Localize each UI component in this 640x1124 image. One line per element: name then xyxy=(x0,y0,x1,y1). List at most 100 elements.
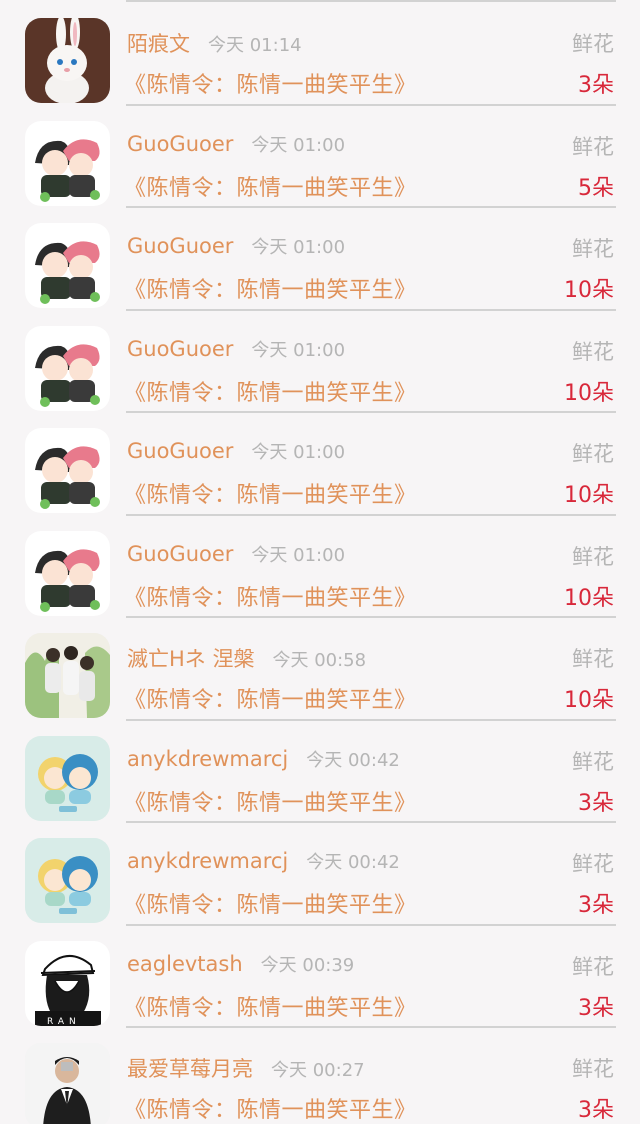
sent-time: 今天 00:58 xyxy=(272,650,367,671)
gift-list: 陌痕文 今天 01:14 鲜花 《陈情令：陈情一曲笑平生》 3朵 GuoGuoe… xyxy=(0,0,640,1124)
suit-man-avatar xyxy=(25,1043,110,1124)
sent-time: 今天 01:00 xyxy=(251,237,346,258)
gift-count: 3朵 xyxy=(578,995,614,1021)
sent-time: 今天 01:00 xyxy=(251,134,346,156)
sender-name[interactable]: GuoGuoer xyxy=(127,337,233,361)
gift-row[interactable]: 陌痕文 今天 01:14 鲜花 《陈情令：陈情一曲笑平生》 3朵 xyxy=(0,1,640,106)
gift-type: 鲜花 xyxy=(572,339,614,364)
sketch-boy-avatar: RAN xyxy=(25,940,110,1026)
sender-name[interactable]: anykdrewmarcj xyxy=(127,849,288,873)
chibi-pair-avatar xyxy=(25,838,110,923)
gift-count: 5朵 xyxy=(578,175,614,201)
sender-name-line: anykdrewmarcj 今天 00:42 xyxy=(127,848,400,874)
gift-row[interactable]: 滅亡Hネ 涅槃 今天 00:58 鲜花 《陈情令：陈情一曲笑平生》 10朵 xyxy=(0,616,640,721)
sent-time: 今天 00:42 xyxy=(306,749,400,771)
group-photo-avatar xyxy=(25,633,110,718)
book-title[interactable]: 《陈情令：陈情一曲笑平生》 xyxy=(124,887,417,919)
gift-row[interactable]: GuoGuoer 今天 01:00 鲜花 《陈情令：陈情一曲笑平生》 10朵 xyxy=(0,206,640,311)
gift-row[interactable]: GuoGuoer 今天 01:00 鲜花 《陈情令：陈情一曲笑平生》 10朵 xyxy=(0,309,640,413)
book-title[interactable]: 《陈情令：陈情一曲笑平生》 xyxy=(124,67,417,99)
gift-count: 10朵 xyxy=(564,585,614,611)
sender-name-line: eaglevtash 今天 00:39 xyxy=(127,951,354,977)
sender-name-line: GuoGuoer 今天 01:00 xyxy=(127,336,345,362)
sent-time: 今天 00:39 xyxy=(260,954,355,976)
sender-name-line: 陌痕文 今天 01:14 xyxy=(127,28,302,58)
gift-row[interactable]: GuoGuoer 今天 01:00 鲜花 《陈情令：陈情一曲笑平生》 10朵 xyxy=(0,514,640,618)
book-title[interactable]: 《陈情令：陈情一曲笑平生》 xyxy=(124,990,417,1022)
book-title[interactable]: 《陈情令：陈情一曲笑平生》 xyxy=(124,1092,417,1124)
sender-name[interactable]: 最爱草莓月亮 xyxy=(127,1053,253,1083)
gift-count: 10朵 xyxy=(564,483,614,508)
sent-time: 今天 00:42 xyxy=(306,852,400,873)
sender-name[interactable]: 滅亡Hネ 涅槃 xyxy=(127,643,254,673)
gift-row[interactable]: GuoGuoer 今天 01:00 鲜花 《陈情令：陈情一曲笑平生》 10朵 xyxy=(0,411,640,516)
sender-name[interactable]: eaglevtash xyxy=(127,952,243,976)
book-title[interactable]: 《陈情令：陈情一曲笑平生》 xyxy=(124,785,417,817)
user-avatar[interactable] xyxy=(25,18,110,103)
bunny-avatar xyxy=(25,18,110,103)
sent-time: 今天 00:27 xyxy=(271,1060,365,1081)
user-avatar[interactable] xyxy=(25,838,110,923)
sender-name-line: anykdrewmarcj 今天 00:42 xyxy=(127,746,400,772)
gift-count: 3朵 xyxy=(578,1098,614,1123)
gift-count: 10朵 xyxy=(564,688,614,713)
sent-time: 今天 01:00 xyxy=(251,544,346,566)
sender-name[interactable]: GuoGuoer xyxy=(127,542,233,566)
gift-type: 鲜花 xyxy=(572,442,614,466)
gift-type: 鲜花 xyxy=(572,852,614,876)
book-title[interactable]: 《陈情令：陈情一曲笑平生》 xyxy=(124,477,417,509)
sender-name[interactable]: 陌痕文 xyxy=(127,28,190,58)
book-title[interactable]: 《陈情令：陈情一曲笑平生》 xyxy=(124,682,417,714)
gift-type: 鲜花 xyxy=(572,1057,614,1081)
sent-time: 今天 01:00 xyxy=(251,339,346,361)
gift-row[interactable]: GuoGuoer 今天 01:00 鲜花 《陈情令：陈情一曲笑平生》 5朵 xyxy=(0,104,640,208)
gift-type: 鲜花 xyxy=(572,954,614,979)
sender-name-line: GuoGuoer 今天 01:00 xyxy=(127,438,345,464)
sender-name[interactable]: GuoGuoer xyxy=(127,234,233,258)
sender-name-line: 滅亡Hネ 涅槃 今天 00:58 xyxy=(127,643,366,673)
gift-row[interactable]: RAN eaglevtash 今天 00:39 鲜花 《陈情令：陈情一曲笑平生》… xyxy=(0,924,640,1028)
sender-name[interactable]: anykdrewmarcj xyxy=(127,747,288,771)
gift-count: 3朵 xyxy=(578,790,614,816)
sender-name[interactable]: GuoGuoer xyxy=(127,439,233,463)
user-avatar[interactable] xyxy=(25,325,110,411)
sender-name-line: GuoGuoer 今天 01:00 xyxy=(127,541,345,567)
user-avatar[interactable] xyxy=(25,223,110,308)
user-avatar[interactable] xyxy=(25,735,110,821)
sender-name-line: GuoGuoer 今天 01:00 xyxy=(127,233,345,259)
user-avatar[interactable] xyxy=(25,428,110,513)
book-title[interactable]: 《陈情令：陈情一曲笑平生》 xyxy=(124,170,417,202)
gift-row[interactable]: anykdrewmarcj 今天 00:42 鲜花 《陈情令：陈情一曲笑平生》 … xyxy=(0,719,640,823)
book-title[interactable]: 《陈情令：陈情一曲笑平生》 xyxy=(124,272,417,304)
gift-count: 3朵 xyxy=(578,893,614,918)
gift-count: 10朵 xyxy=(564,380,614,406)
cartoon-couple-avatar xyxy=(25,428,110,513)
gift-count: 10朵 xyxy=(564,278,614,303)
avatar-text: RAN xyxy=(47,1017,81,1026)
user-avatar[interactable] xyxy=(25,1043,110,1124)
chibi-pair-avatar xyxy=(25,735,110,821)
cartoon-couple-avatar xyxy=(25,120,110,206)
gift-type: 鲜花 xyxy=(572,134,614,159)
sender-name-line: GuoGuoer 今天 01:00 xyxy=(127,131,345,157)
cartoon-couple-avatar xyxy=(25,530,110,616)
sender-name-line: 最爱草莓月亮 今天 00:27 xyxy=(127,1053,365,1083)
gift-type: 鲜花 xyxy=(572,647,614,671)
sender-name[interactable]: GuoGuoer xyxy=(127,132,233,156)
sent-time: 今天 01:00 xyxy=(251,442,346,463)
user-avatar[interactable] xyxy=(25,530,110,616)
user-avatar[interactable] xyxy=(25,120,110,206)
book-title[interactable]: 《陈情令：陈情一曲笑平生》 xyxy=(124,375,417,407)
gift-type: 鲜花 xyxy=(572,237,614,261)
user-avatar[interactable] xyxy=(25,633,110,718)
gift-row[interactable]: 最爱草莓月亮 今天 00:27 鲜花 《陈情令：陈情一曲笑平生》 3朵 xyxy=(0,1026,640,1124)
cartoon-couple-avatar xyxy=(25,223,110,308)
cartoon-couple-avatar xyxy=(25,325,110,411)
gift-type: 鲜花 xyxy=(572,544,614,569)
user-avatar[interactable]: RAN xyxy=(25,940,110,1026)
gift-row[interactable]: anykdrewmarcj 今天 00:42 鲜花 《陈情令：陈情一曲笑平生》 … xyxy=(0,821,640,926)
book-title[interactable]: 《陈情令：陈情一曲笑平生》 xyxy=(124,580,417,612)
gift-type: 鲜花 xyxy=(572,32,614,56)
gift-type: 鲜花 xyxy=(572,749,614,774)
gift-count: 3朵 xyxy=(578,73,614,98)
